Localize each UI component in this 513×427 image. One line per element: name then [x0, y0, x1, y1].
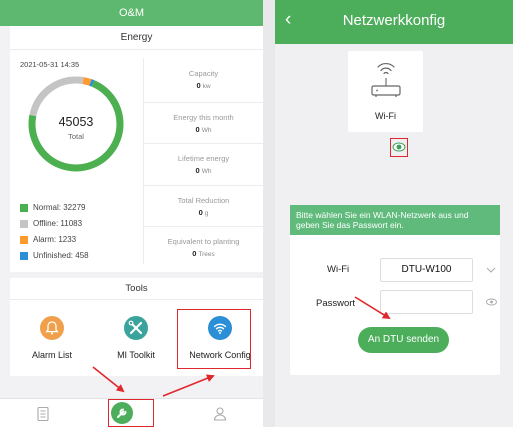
router-label: Wi-Fi	[375, 111, 396, 121]
eye-icon[interactable]	[392, 141, 406, 153]
network-config-header: ‹ Netzwerkkonfig	[275, 0, 513, 44]
arrow-to-send-button	[354, 296, 391, 320]
router-card[interactable]: Wi-Fi	[348, 51, 423, 132]
annotation-arrow	[354, 296, 391, 320]
om-screen: O&M Energy 2021-05-31 14:35 45053 Total …	[0, 0, 263, 427]
network-config-screen: ‹ Netzwerkkonfig Wi-Fi Bitte wählen Sie …	[275, 0, 513, 427]
router-icon	[371, 63, 401, 97]
page-title: Netzwerkkonfig	[342, 12, 446, 29]
annotation-arrows	[92, 366, 215, 397]
arrow-to-network-config	[162, 374, 215, 397]
wifi-dialog: Bitte wählen Sie ein WLAN-Netzwerk aus u…	[290, 205, 500, 375]
arrow-to-tools-tab	[92, 366, 125, 393]
screenshot-stage: O&M Energy 2021-05-31 14:35 45053 Total …	[0, 0, 513, 427]
